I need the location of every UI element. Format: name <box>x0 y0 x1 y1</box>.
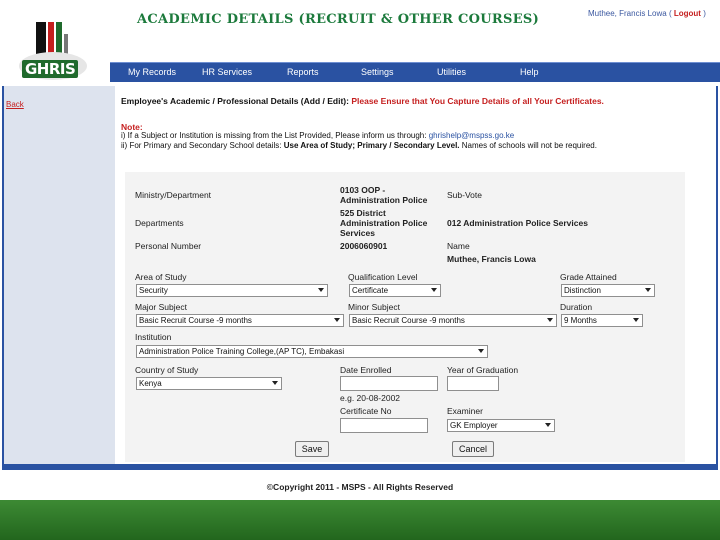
minor-subject-value: Basic Recruit Course -9 months <box>352 316 465 325</box>
copyright: ©Copyright 2011 - MSPS - All Rights Rese… <box>266 482 454 492</box>
form-header: Employee's Academic / Professional Detai… <box>121 96 604 106</box>
institution-value: Administration Police Training College,(… <box>139 347 345 356</box>
chevron-down-icon <box>318 288 324 292</box>
nav-hr-services[interactable]: HR Services <box>202 67 252 77</box>
chevron-down-icon <box>633 318 639 322</box>
department-value-3: Services <box>340 228 375 238</box>
chevron-down-icon <box>431 288 437 292</box>
help-email-link[interactable]: ghrishelp@mspss.go.ke <box>429 131 515 140</box>
personal-number-label: Personal Number <box>135 241 202 251</box>
chevron-down-icon <box>478 349 484 353</box>
page: GHRIS ACADEMIC DETAILS (RECRUIT & OTHER … <box>0 0 720 540</box>
ministry-value-1: 0103 OOP - <box>340 185 386 195</box>
logout-open-paren: ( <box>668 9 672 18</box>
year-graduation-label: Year of Graduation <box>447 365 519 375</box>
note-line-1: i) If a Subject or Institution is missin… <box>121 131 514 140</box>
form-warning: Please Ensure that You Capture Details o… <box>351 96 604 106</box>
main-nav: My Records HR Services Reports Settings … <box>110 62 720 82</box>
back-link[interactable]: Back <box>6 100 24 109</box>
logout-close-paren: ) <box>703 9 706 18</box>
department-value-2: Administration Police <box>340 218 428 228</box>
user-name: Muthee, Francis Lowa <box>588 9 667 18</box>
chevron-down-icon <box>272 381 278 385</box>
department-label: Departments <box>135 218 184 228</box>
note-line-2-prefix: ii) For Primary and Secondary School det… <box>121 141 282 150</box>
country-label: Country of Study <box>135 365 199 375</box>
certificate-label: Certificate No <box>340 406 392 416</box>
chevron-down-icon <box>545 423 551 427</box>
nav-help[interactable]: Help <box>520 67 539 77</box>
qualification-value: Certificate <box>352 286 389 295</box>
major-subject-select[interactable]: Basic Recruit Course -9 months <box>136 314 344 327</box>
logo-text: GHRIS <box>22 60 79 78</box>
nav-my-records[interactable]: My Records <box>128 67 176 77</box>
minor-subject-select[interactable]: Basic Recruit Course -9 months <box>349 314 557 327</box>
major-subject-label: Major Subject <box>135 302 187 312</box>
cancel-button[interactable]: Cancel <box>452 441 494 457</box>
date-hint: e.g. 20-08-2002 <box>340 393 401 403</box>
footer-band <box>0 500 720 540</box>
date-enrolled-input[interactable] <box>340 376 438 391</box>
duration-value: 9 Months <box>564 316 597 325</box>
chevron-down-icon <box>547 318 553 322</box>
year-graduation-input[interactable] <box>447 376 499 391</box>
name-label: Name <box>447 241 470 251</box>
area-of-study-label: Area of Study <box>135 272 187 282</box>
subvote-label: Sub-Vote <box>447 190 482 200</box>
grade-value: Distinction <box>564 286 601 295</box>
page-title: ACADEMIC DETAILS (RECRUIT & OTHER COURSE… <box>137 12 540 27</box>
ministry-label: Ministry/Department <box>135 190 212 200</box>
minor-subject-label: Minor Subject <box>348 302 400 312</box>
logout-link[interactable]: Logout <box>674 9 701 18</box>
nav-reports[interactable]: Reports <box>287 67 319 77</box>
qualification-label: Qualification Level <box>348 272 418 282</box>
ghris-logo: GHRIS <box>8 14 108 92</box>
note-line-2-suffix: Names of schools will not be required. <box>461 141 597 150</box>
nav-settings[interactable]: Settings <box>361 67 394 77</box>
subvote-value: 012 Administration Police Services <box>447 218 588 228</box>
main-content: Employee's Academic / Professional Detai… <box>115 86 718 466</box>
qualification-select[interactable]: Certificate <box>349 284 441 297</box>
grade-label: Grade Attained <box>560 272 617 282</box>
date-enrolled-label: Date Enrolled <box>340 365 392 375</box>
note-line-1-text: i) If a Subject or Institution is missin… <box>121 131 427 140</box>
country-value: Kenya <box>139 379 162 388</box>
certificate-input[interactable] <box>340 418 428 433</box>
note-line-2-bold: Use Area of Study; Primary / Secondary L… <box>283 141 460 150</box>
country-select[interactable]: Kenya <box>136 377 282 390</box>
institution-label: Institution <box>135 332 172 342</box>
examiner-value: GK Employer <box>450 421 498 430</box>
note-line-2: ii) For Primary and Secondary School det… <box>121 141 597 150</box>
chevron-down-icon <box>645 288 651 292</box>
user-area: Muthee, Francis Lowa ( Logout ) <box>588 9 706 18</box>
duration-label: Duration <box>560 302 593 312</box>
examiner-label: Examiner <box>447 406 483 416</box>
ministry-value-2: Administration Police <box>340 195 428 205</box>
institution-select[interactable]: Administration Police Training College,(… <box>136 345 488 358</box>
name-value: Muthee, Francis Lowa <box>447 254 536 264</box>
examiner-select[interactable]: GK Employer <box>447 419 555 432</box>
personal-number-value: 2006060901 <box>340 241 388 251</box>
area-of-study-value: Security <box>139 286 168 295</box>
form-title: Employee's Academic / Professional Detai… <box>121 96 349 106</box>
duration-select[interactable]: 9 Months <box>561 314 643 327</box>
save-button[interactable]: Save <box>295 441 329 457</box>
major-subject-value: Basic Recruit Course -9 months <box>139 316 252 325</box>
grade-select[interactable]: Distinction <box>561 284 655 297</box>
nav-utilities[interactable]: Utilities <box>437 67 466 77</box>
area-of-study-select[interactable]: Security <box>136 284 328 297</box>
department-value-1: 525 District <box>340 208 386 218</box>
left-sidebar: Back <box>2 86 115 466</box>
chevron-down-icon <box>334 318 340 322</box>
content-bottom-border <box>2 464 718 470</box>
